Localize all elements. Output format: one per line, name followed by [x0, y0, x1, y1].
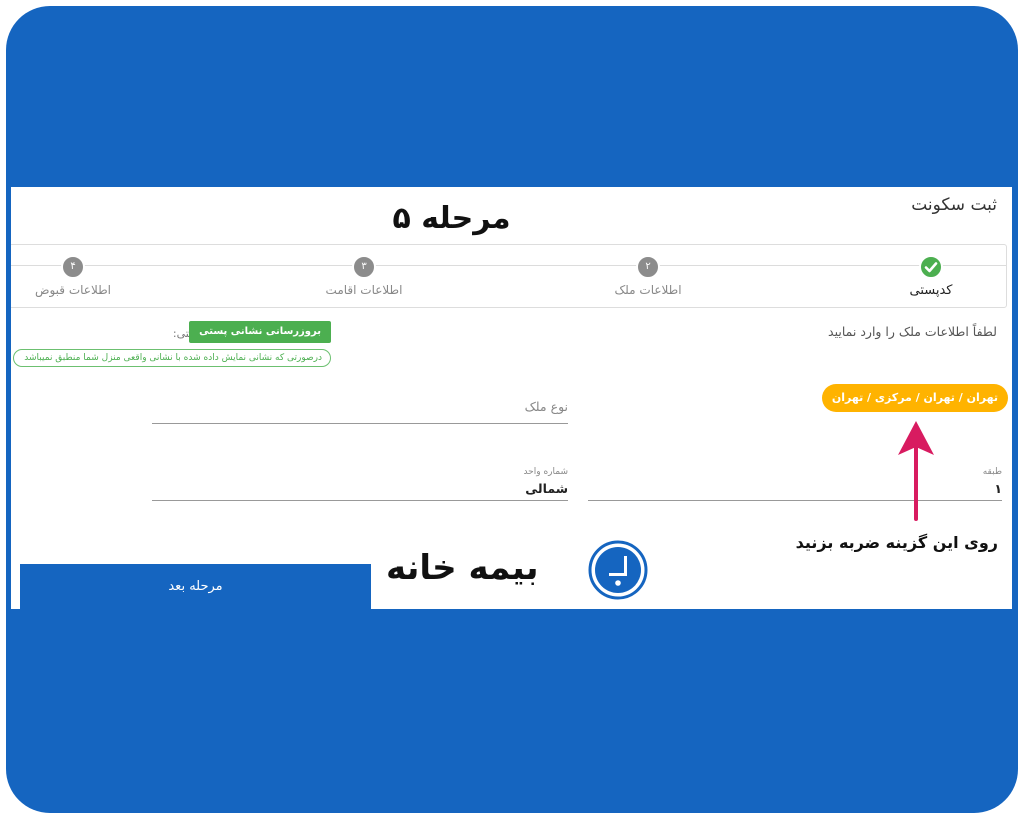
step-property-info[interactable]: ۲ اطلاعات ملک	[573, 255, 723, 297]
form-instruction: لطفاً اطلاعات ملک را وارد نمایید	[828, 324, 997, 339]
step-label: اطلاعات قبوض	[34, 283, 112, 297]
address-mismatch-notice[interactable]: درصورتی که نشانی نمایش داده شده با نشانی…	[13, 349, 331, 367]
tap-instruction-annotation: روی این گزینه ضربه بزنید	[795, 533, 998, 552]
step-bills-info[interactable]: ۴ اطلاعات قبوض	[11, 255, 148, 297]
next-step-button[interactable]: مرحله بعد	[20, 564, 371, 609]
postal-code-area: کدپستی: بروزرسانی نشانی پستی درصورتی که …	[11, 321, 331, 371]
brand-name: بیمه خانه	[386, 548, 540, 588]
property-type-field[interactable]: نوع ملک	[152, 399, 568, 424]
brand-logo: بیمه خانه	[376, 540, 648, 602]
unit-number-label: شماره واحد	[523, 467, 568, 477]
step-number: ۲	[636, 255, 660, 279]
blue-frame: ثبت سکونت مرحله ۵ کدپستی ۲ اطلاعات ملک ۳…	[6, 6, 1018, 813]
stepper: کدپستی ۲ اطلاعات ملک ۳ اطلاعات اقامت ۴ ا…	[11, 244, 1007, 308]
step-label: اطلاعات اقامت	[325, 283, 403, 297]
property-type-placeholder: نوع ملک	[524, 399, 568, 414]
check-icon	[919, 255, 943, 279]
step-label: اطلاعات ملک	[614, 283, 682, 297]
step-overlay-title: مرحله ۵	[392, 201, 511, 236]
address-chip[interactable]: تهران / تهران / مرکزی / تهران	[821, 384, 1008, 412]
arrow-up-icon	[898, 421, 934, 521]
step-postal-code[interactable]: کدپستی	[856, 255, 1006, 298]
unit-number-field[interactable]: شماره واحد شمالی	[152, 467, 568, 501]
unit-number-value: شمالی	[525, 481, 568, 496]
step-residence-info[interactable]: ۳ اطلاعات اقامت	[289, 255, 439, 297]
step-number: ۴	[61, 255, 85, 279]
step-number: ۳	[352, 255, 376, 279]
brand-mark-icon	[588, 540, 648, 600]
floor-value: ۱	[994, 481, 1002, 496]
floor-label: طبقه	[982, 467, 1002, 477]
app-screenshot: ثبت سکونت مرحله ۵ کدپستی ۲ اطلاعات ملک ۳…	[11, 187, 1012, 609]
step-label: کدپستی	[909, 283, 953, 298]
update-postal-address-button[interactable]: بروزرسانی نشانی پستی	[189, 321, 331, 343]
floor-field[interactable]: طبقه ۱	[588, 467, 1002, 501]
